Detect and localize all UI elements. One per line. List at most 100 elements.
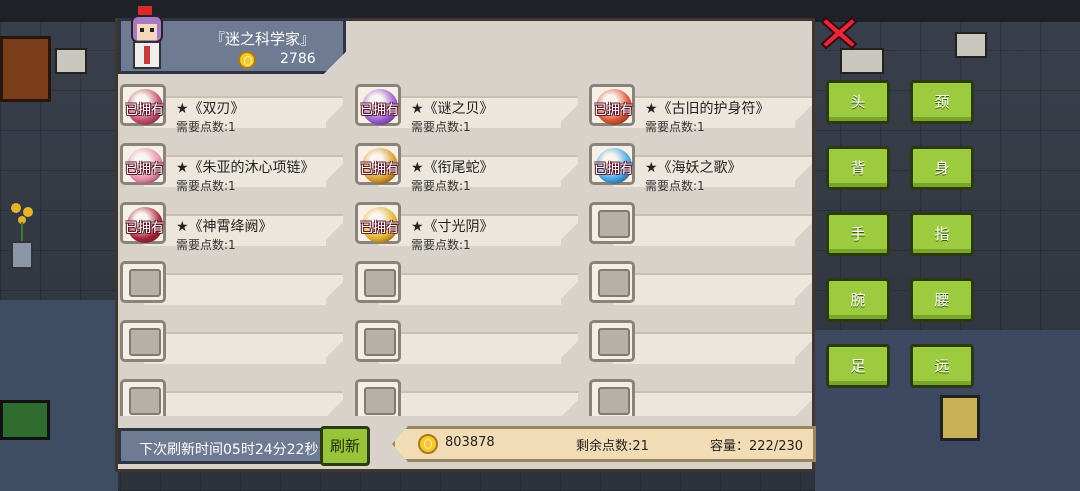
empty-slot-icon [598, 328, 630, 356]
empty-slot-icon [598, 210, 630, 238]
equipment-slot-button[interactable]: 背 [826, 146, 890, 190]
item-icon-frame [589, 379, 635, 416]
item-label-plate [144, 391, 343, 416]
item-icon-frame [589, 320, 635, 362]
item-slot[interactable]: 已拥有 ★《神霄绛阙》 需要点数:1 [118, 196, 343, 252]
item-slot[interactable]: 已拥有 ★《衔尾蛇》 需要点数:1 [353, 137, 578, 193]
item-slot[interactable] [587, 314, 812, 370]
empty-slot-icon [364, 269, 396, 297]
gold-coin-icon [238, 51, 256, 69]
equipment-slot-button[interactable]: 颈 [910, 80, 974, 124]
desk-decoration [0, 36, 51, 102]
crate-decoration [955, 32, 987, 58]
owned-label: 已拥有 [594, 103, 634, 118]
item-label-plate [144, 332, 343, 364]
item-name: ★《神霄绛阙》 [176, 219, 273, 235]
item-icon-frame: 已拥有 [120, 143, 166, 185]
item-slot[interactable] [587, 196, 812, 252]
equipment-slot-button[interactable]: 腕 [826, 278, 890, 322]
empty-slot-icon [598, 387, 630, 415]
owned-label: 已拥有 [360, 221, 400, 236]
item-label-plate [613, 273, 812, 305]
item-slot[interactable]: 已拥有 ★《朱亚的沐心项链》 需要点数:1 [118, 137, 343, 193]
empty-slot-icon [364, 328, 396, 356]
item-icon-frame: 已拥有 [120, 84, 166, 126]
item-icon-frame [120, 379, 166, 416]
item-cost: 需要点数:1 [645, 120, 705, 134]
item-slot[interactable]: 已拥有 ★《双刃》需要点数:1 [118, 78, 343, 134]
empty-slot-icon [598, 269, 630, 297]
item-grid[interactable]: 已拥有 ★《双刃》 需要点数:1 已拥有 ★《谜之贝》 需要点数:1 已拥有 ★《古旧的护身符… [118, 78, 813, 416]
merchant-avatar [131, 6, 163, 69]
item-icon-frame: 已拥有 [589, 84, 635, 126]
refresh-timer: 下次刷新时间05时24分22秒 [118, 428, 323, 464]
capacity: 容量：222/230 [710, 439, 804, 454]
item-slot[interactable] [587, 373, 812, 416]
item-cost: 需要点数:1 [411, 238, 471, 252]
merchant-gold: 2786 [280, 51, 316, 67]
owned-label: 已拥有 [125, 221, 165, 236]
equipment-slot-button[interactable]: 头 [826, 80, 890, 124]
owned-label: 已拥有 [125, 162, 165, 177]
refresh-button[interactable]: 刷新 [320, 426, 370, 466]
item-name: ★《古旧的护身符》 [645, 101, 770, 117]
equipment-slot-button[interactable]: 足 [826, 344, 890, 388]
item-cost: 需要点数:1 [176, 238, 236, 252]
merchant-title: 『迷之科学家』 [210, 30, 316, 48]
item-label-plate [144, 273, 343, 305]
item-slot[interactable] [118, 373, 343, 416]
item-label-plate [379, 391, 578, 416]
item-slot[interactable] [118, 314, 343, 370]
empty-slot-icon [129, 269, 161, 297]
item-icon-frame: 已拥有 [355, 202, 401, 244]
equipment-slot-button[interactable]: 手 [826, 212, 890, 256]
item-cost: 需要点数:1 [645, 179, 705, 193]
item-icon-frame [589, 261, 635, 303]
item-label-plate [613, 332, 812, 364]
equipment-slot-button[interactable]: 腰 [910, 278, 974, 322]
remaining-points: 剩余点数:21 [576, 439, 649, 454]
item-icon-frame [120, 320, 166, 362]
item-cost: 需要点数:1 [411, 120, 471, 134]
item-icon-frame [120, 261, 166, 303]
item-slot[interactable]: 已拥有 ★《寸光阴》 需要点数:1 [353, 196, 578, 252]
item-cost: 需要点数:1 [411, 179, 471, 193]
item-name: ★《衔尾蛇》 [411, 160, 494, 176]
item-icon-frame [355, 379, 401, 416]
equipment-slot-button[interactable]: 指 [910, 212, 974, 256]
item-label-plate [613, 391, 812, 416]
item-label-plate [379, 332, 578, 364]
item-icon-frame: 已拥有 [355, 143, 401, 185]
gold-coin-icon [418, 434, 438, 454]
item-slot[interactable] [118, 255, 343, 311]
item-slot[interactable]: 已拥有 ★《海妖之歌》 需要点数:1 [587, 137, 812, 193]
item-icon-frame [355, 261, 401, 303]
item-slot[interactable] [353, 373, 578, 416]
owned-label: 已拥有 [594, 162, 634, 177]
player-coins: 803878 [445, 435, 495, 450]
item-name: ★《寸光阴》 [411, 219, 494, 235]
item-cost: 需要点数:1 [176, 120, 236, 134]
close-icon[interactable] [820, 14, 858, 52]
floor [0, 300, 118, 491]
item-icon-frame [355, 320, 401, 362]
equipment-slot-button[interactable]: 远 [910, 344, 974, 388]
empty-slot-icon [129, 387, 161, 415]
item-icon-frame: 已拥有 [355, 84, 401, 126]
item-cost: 需要点数:1 [176, 179, 236, 193]
item-name: ★《朱亚的沐心项链》 [176, 160, 315, 176]
empty-slot-icon [364, 387, 396, 415]
item-slot[interactable]: 已拥有 ★《谜之贝》 需要点数:1 [353, 78, 578, 134]
item-slot[interactable] [353, 314, 578, 370]
item-slot[interactable] [353, 255, 578, 311]
equipment-slot-button[interactable]: 身 [910, 146, 974, 190]
crate-decoration [55, 48, 87, 74]
item-icon-frame [589, 202, 635, 244]
item-name: ★《双刃》 [176, 101, 245, 117]
item-name: ★《谜之贝》 [411, 101, 494, 117]
item-icon-frame: 已拥有 [589, 143, 635, 185]
item-slot[interactable]: 已拥有 ★《古旧的护身符》 需要点数:1 [587, 78, 812, 134]
item-label-plate [379, 273, 578, 305]
item-slot[interactable] [587, 255, 812, 311]
computer-decoration [0, 400, 50, 440]
